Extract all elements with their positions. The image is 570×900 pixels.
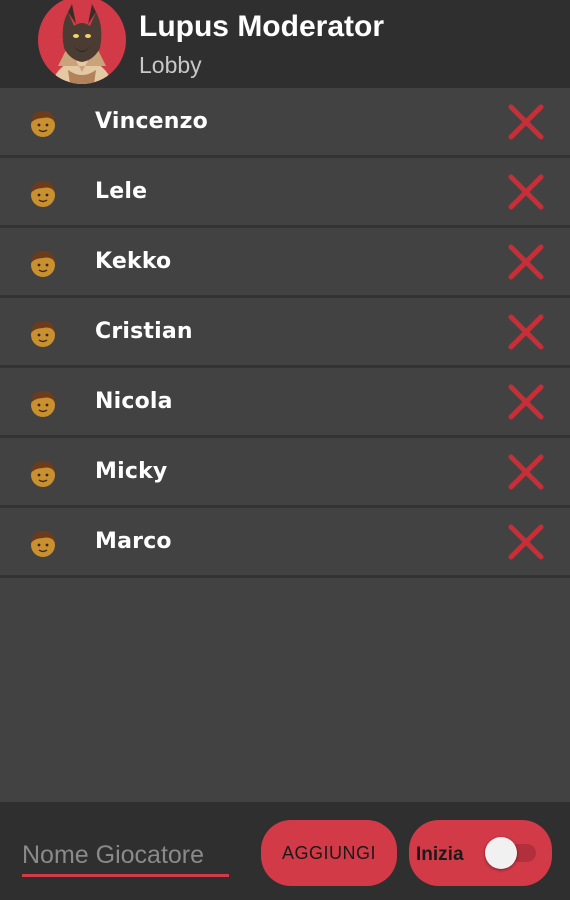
add-player-button[interactable]: AGGIUNGI	[261, 820, 397, 886]
player-name: Cristian	[95, 319, 193, 344]
start-label: Inizia	[416, 844, 464, 865]
player-list: Vincenzo Lele Kekko Cristian Nicola Mick…	[0, 88, 570, 578]
person-emoji-icon	[31, 461, 55, 487]
screen-subtitle: Lobby	[139, 52, 202, 78]
start-game-toggle-button[interactable]: Inizia	[409, 820, 552, 886]
person-emoji-icon	[31, 321, 55, 347]
player-row: Micky	[0, 438, 570, 508]
remove-player-close-icon[interactable]	[506, 312, 546, 352]
player-row: Lele	[0, 158, 570, 228]
player-name: Kekko	[95, 249, 172, 274]
remove-player-close-icon[interactable]	[506, 102, 546, 142]
remove-player-close-icon[interactable]	[506, 452, 546, 492]
start-switch-thumb[interactable]	[485, 837, 517, 869]
player-name: Nicola	[95, 389, 173, 414]
player-name: Micky	[95, 459, 168, 484]
player-row: Kekko	[0, 228, 570, 298]
player-name: Marco	[95, 529, 172, 554]
player-row: Vincenzo	[0, 88, 570, 158]
remove-player-close-icon[interactable]	[506, 382, 546, 422]
player-name-input[interactable]	[22, 838, 229, 877]
wolf-avatar-icon	[38, 0, 126, 84]
person-emoji-icon	[31, 181, 55, 207]
remove-player-close-icon[interactable]	[506, 172, 546, 212]
player-name: Vincenzo	[95, 109, 208, 134]
person-emoji-icon	[31, 111, 55, 137]
app-title: Lupus Moderator	[139, 10, 384, 43]
player-row: Marco	[0, 508, 570, 578]
person-emoji-icon	[31, 391, 55, 417]
app-header: Lupus Moderator Lobby	[0, 0, 570, 88]
player-name: Lele	[95, 179, 148, 204]
player-row: Cristian	[0, 298, 570, 368]
remove-player-close-icon[interactable]	[506, 242, 546, 282]
player-row: Nicola	[0, 368, 570, 438]
person-emoji-icon	[31, 531, 55, 557]
remove-player-close-icon[interactable]	[506, 522, 546, 562]
person-emoji-icon	[31, 251, 55, 277]
